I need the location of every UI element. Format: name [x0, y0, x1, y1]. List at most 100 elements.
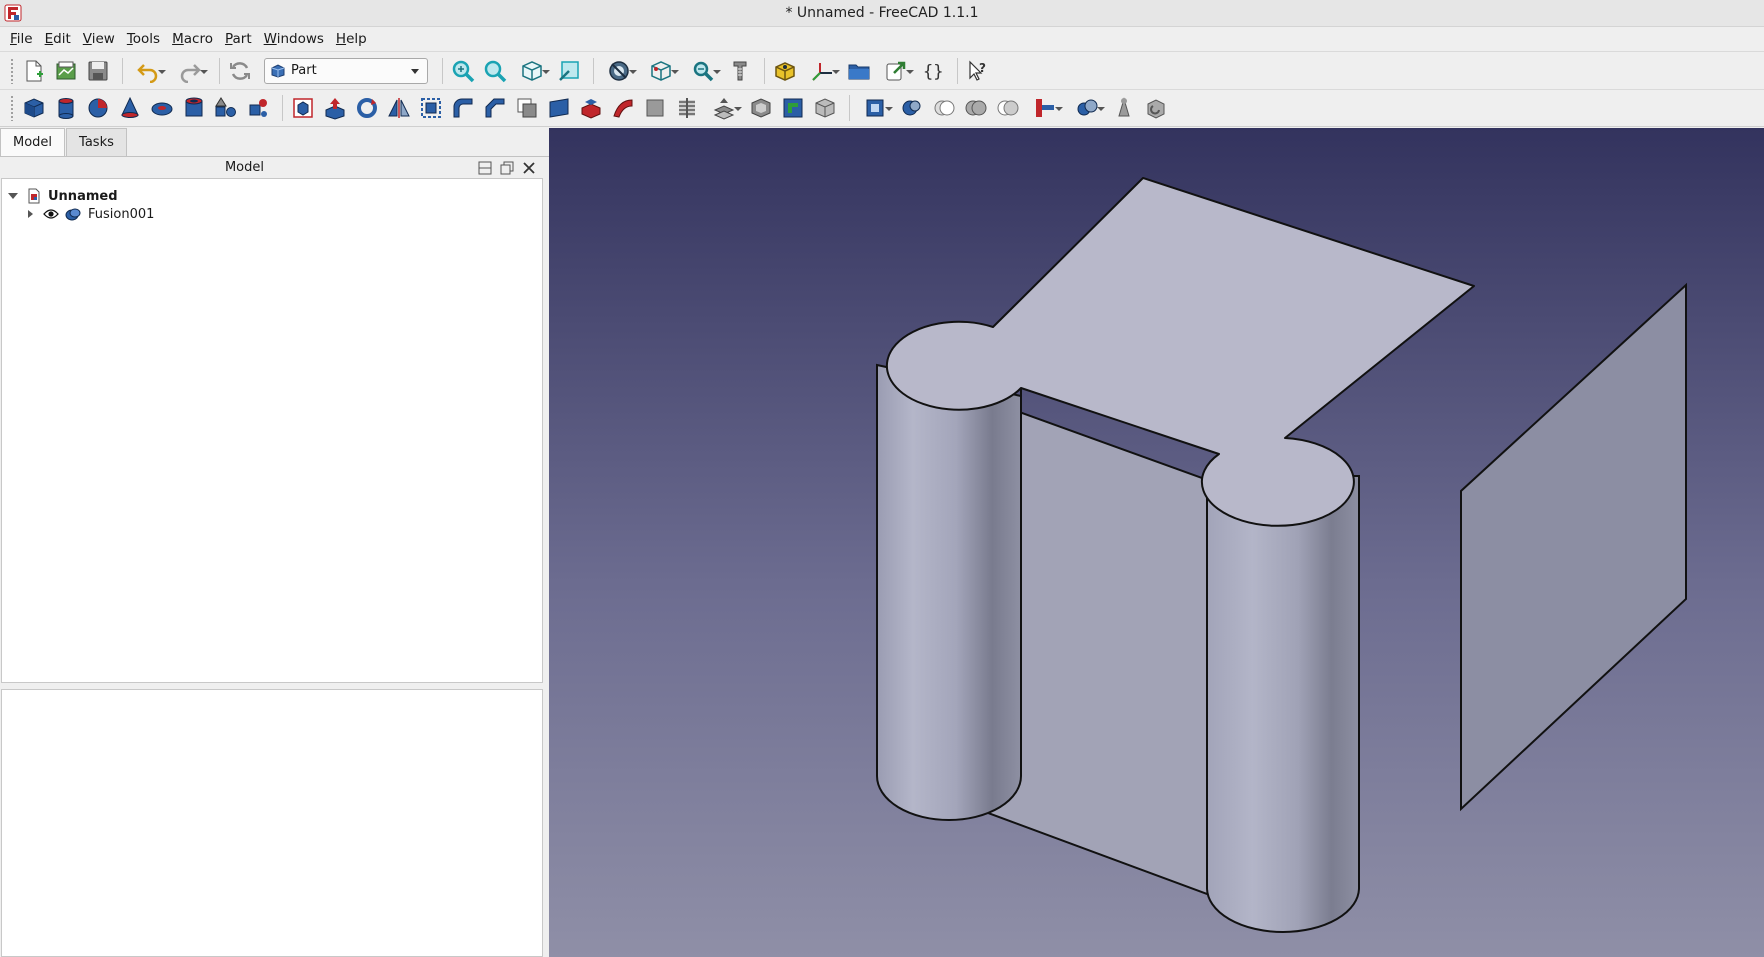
fit-all-button[interactable]: [449, 56, 477, 86]
expand-arrow-icon[interactable]: [8, 193, 18, 199]
part-boolean-button[interactable]: [898, 93, 926, 123]
redo-button[interactable]: [171, 56, 209, 86]
coordinate-axes-icon: [812, 62, 832, 81]
part-tube-button[interactable]: [180, 93, 208, 123]
bounding-box-button[interactable]: [555, 56, 583, 86]
isometric-view-icon: [522, 60, 542, 81]
part-torus-button[interactable]: [148, 93, 176, 123]
workbench-selector[interactable]: Part: [264, 57, 428, 84]
whats-this-button[interactable]: ?: [964, 56, 992, 86]
wireframe-cube-icon: [651, 60, 671, 81]
clipping-plane-button[interactable]: [726, 56, 754, 86]
block-right-face: [1460, 282, 1687, 812]
tree-item-document[interactable]: Unnamed: [8, 187, 118, 205]
part-join-features-button[interactable]: [1026, 93, 1064, 123]
fit-selection-button[interactable]: [481, 56, 509, 86]
part-fillet-button[interactable]: [449, 93, 477, 123]
tree-item-fusion001[interactable]: Fusion001: [28, 205, 154, 223]
part-section-button[interactable]: [641, 93, 669, 123]
part-defeaturing-button[interactable]: [1142, 93, 1170, 123]
create-group-button[interactable]: [845, 56, 873, 86]
menu-view[interactable]: View: [77, 28, 121, 50]
part-sphere-button[interactable]: [84, 93, 112, 123]
toolbar-separator: [282, 95, 283, 121]
part-chamfer-button[interactable]: [481, 93, 509, 123]
part-cube-button[interactable]: [20, 93, 48, 123]
part-compound-button[interactable]: [856, 93, 894, 123]
create-part-button[interactable]: [771, 56, 799, 86]
part-ruled-surface-button[interactable]: [545, 93, 573, 123]
chamfer-icon: [485, 98, 505, 118]
scale-icon: [421, 98, 441, 118]
defeaturing-icon: [1147, 99, 1165, 119]
save-document-button[interactable]: [84, 56, 112, 86]
part-extrude-button[interactable]: [321, 93, 349, 123]
toolbar-separator: [957, 57, 958, 84]
combo-view-tabs: Model Tasks: [0, 128, 128, 156]
tube-icon: [185, 97, 203, 117]
cone-icon: [121, 96, 139, 118]
toolbar-grip[interactable]: [10, 95, 14, 121]
part-shape-from-mesh-button[interactable]: [289, 93, 317, 123]
part-loft-button[interactable]: [577, 93, 605, 123]
part-revolve-button[interactable]: [353, 93, 381, 123]
new-document-button[interactable]: [20, 56, 48, 86]
float-panel-icon[interactable]: [499, 160, 515, 176]
toolbar-grip[interactable]: [10, 57, 14, 84]
part-check-geometry-button[interactable]: [1110, 93, 1138, 123]
part-sweep-button[interactable]: [609, 93, 637, 123]
undo-button[interactable]: [129, 56, 167, 86]
draw-style-button[interactable]: [600, 56, 638, 86]
part-color-per-face-button[interactable]: [811, 93, 839, 123]
shape-builder-icon: [249, 99, 267, 117]
part-shape-builder-button[interactable]: [244, 93, 272, 123]
menu-tools[interactable]: Tools: [121, 28, 166, 50]
refresh-button[interactable]: [226, 56, 254, 86]
menu-help[interactable]: Help: [330, 28, 373, 50]
menu-bar: File Edit View Tools Macro Part Windows …: [0, 27, 1764, 51]
part-cut-button[interactable]: [930, 93, 958, 123]
menu-windows[interactable]: Windows: [258, 28, 330, 50]
combo-view-panel: Model Tasks Model Unnamed Fusion001: [0, 128, 549, 957]
part-mirror-button[interactable]: [385, 93, 413, 123]
part-cone-button[interactable]: [116, 93, 144, 123]
datum-axis-button[interactable]: [803, 56, 841, 86]
left-cylinder-body: [876, 363, 1022, 821]
python-console-button[interactable]: {}: [919, 56, 947, 86]
part-primitives-button[interactable]: [212, 93, 240, 123]
part-cylinder-button[interactable]: [52, 93, 80, 123]
menu-macro[interactable]: Macro: [166, 28, 219, 50]
part-split-button[interactable]: [1068, 93, 1106, 123]
close-icon[interactable]: [521, 160, 537, 176]
part-scale-button[interactable]: [417, 93, 445, 123]
tree-fusion-label: Fusion001: [88, 206, 155, 222]
measure-tool-icon: [733, 61, 747, 80]
draw-style-icon: [609, 60, 629, 81]
part-projection-button[interactable]: [779, 93, 807, 123]
part-offset-button[interactable]: [705, 93, 743, 123]
bounding-box-display-button[interactable]: [642, 56, 680, 86]
title-bar: * Unnamed - FreeCAD 1.1.1: [0, 0, 1764, 27]
part-cross-sections-button[interactable]: [673, 93, 701, 123]
standard-views-button[interactable]: [513, 56, 551, 86]
box-zoom-icon: [559, 60, 579, 81]
redo-icon: [180, 63, 201, 83]
eye-icon[interactable]: [43, 208, 59, 220]
svg-text:?: ?: [979, 61, 986, 75]
tab-tasks[interactable]: Tasks: [66, 128, 127, 156]
create-link-button[interactable]: [877, 56, 915, 86]
menu-file[interactable]: File: [4, 28, 39, 50]
tree-document-label: Unnamed: [48, 188, 118, 204]
3d-viewport[interactable]: [549, 128, 1764, 957]
tab-model[interactable]: Model: [0, 128, 66, 156]
collapsed-arrow-icon[interactable]: [28, 210, 33, 218]
collapse-icon[interactable]: [477, 160, 493, 176]
part-common-button[interactable]: [994, 93, 1022, 123]
measure-button[interactable]: [684, 56, 722, 86]
menu-edit[interactable]: Edit: [39, 28, 77, 50]
part-fuse-button[interactable]: [962, 93, 990, 123]
part-thickness-button[interactable]: [747, 93, 775, 123]
menu-part[interactable]: Part: [219, 28, 258, 50]
open-document-button[interactable]: [52, 56, 80, 86]
part-make-face-button[interactable]: [513, 93, 541, 123]
